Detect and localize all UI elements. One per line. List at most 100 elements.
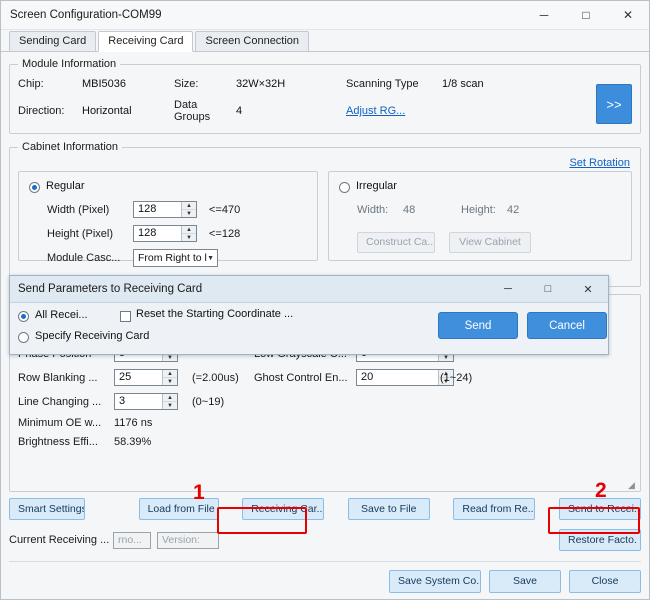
close-icon[interactable]: ✕ xyxy=(607,1,649,29)
reset-coordinate-row[interactable]: Reset the Starting Coordinate ... xyxy=(120,308,293,320)
construct-cabinet-button[interactable]: Construct Ca... xyxy=(357,232,435,253)
footer-buttons-row: Save System Co. Save Close xyxy=(9,561,641,593)
cabinet-boxes: Regular Width (Pixel) 128 ▲▼ <=470 Heigh… xyxy=(18,171,632,261)
chip-label: Chip: xyxy=(18,78,82,90)
dialog-title-bar: Send Parameters to Receiving Card ─ □ ✕ xyxy=(10,276,608,303)
line-changing-value[interactable]: 3 xyxy=(115,394,162,409)
ghost-control-hint: (1~24) xyxy=(440,372,632,384)
load-from-file-button[interactable]: Load from File xyxy=(139,498,219,520)
irregular-height-label: Height: xyxy=(461,204,507,216)
save-to-file-button[interactable]: Save to File xyxy=(348,498,430,520)
action-buttons-row: Smart Settings Load from File Receiving … xyxy=(9,498,641,520)
width-value[interactable]: 128 xyxy=(134,202,181,217)
irregular-cabinet-box: Irregular Width: 48 Height: 42 Construct… xyxy=(328,171,632,261)
irregular-label: Irregular xyxy=(356,180,397,192)
restore-factory-button[interactable]: Restore Facto. xyxy=(559,529,641,551)
module-cascading-label: Module Casc... xyxy=(47,252,133,264)
chevron-down-icon: ▼ xyxy=(207,255,214,262)
irregular-buttons-row: Construct Ca... View Cabinet xyxy=(339,232,621,253)
line-changing-arrows[interactable]: ▲▼ xyxy=(162,394,177,409)
regular-cabinet-box: Regular Width (Pixel) 128 ▲▼ <=470 Heigh… xyxy=(18,171,318,261)
specify-receiving-radio-icon[interactable] xyxy=(18,332,29,343)
height-stepper[interactable]: 128 ▲▼ xyxy=(133,225,197,242)
data-groups-label: Data Groups xyxy=(174,99,236,123)
dialog-title: Send Parameters to Receiving Card xyxy=(18,283,202,295)
irregular-dims-row: Width: 48 Height: 42 xyxy=(339,204,621,216)
specify-receiving-label: Specify Receiving Card xyxy=(35,330,149,342)
tab-strip: Sending Card Receiving Card Screen Conne… xyxy=(1,30,649,52)
direction-value: Horizontal xyxy=(82,105,174,117)
row-blanking-value[interactable]: 25 xyxy=(115,370,162,385)
dialog-window-controls: ─ □ ✕ xyxy=(488,276,608,302)
tab-screen-connection[interactable]: Screen Connection xyxy=(195,31,309,51)
height-label: Height (Pixel) xyxy=(47,228,133,240)
window-title: Screen Configuration-COM99 xyxy=(10,9,162,21)
regular-label: Regular xyxy=(46,180,85,192)
row-blanking-stepper[interactable]: 25▲▼ xyxy=(114,369,178,386)
dialog-body: All Recei... Reset the Starting Coordina… xyxy=(10,303,608,356)
view-cabinet-button[interactable]: View Cabinet xyxy=(449,232,531,253)
size-value: 32W×32H xyxy=(236,78,346,90)
receiving-card-button[interactable]: Receiving Car... xyxy=(242,498,324,520)
maximize-icon[interactable]: □ xyxy=(565,1,607,29)
current-receiving-label: Current Receiving ... xyxy=(9,534,113,546)
all-receiving-radio-icon[interactable] xyxy=(18,311,29,322)
irregular-radio-row[interactable]: Irregular xyxy=(339,180,621,192)
brightness-efficiency-label: Brightness Effi... xyxy=(18,436,114,448)
irregular-radio-icon[interactable] xyxy=(339,182,350,193)
dialog-maximize-icon[interactable]: □ xyxy=(528,276,568,302)
module-cascading-value: From Right to l xyxy=(138,252,207,264)
module-cascading-row: Module Casc... From Right to l ▼ xyxy=(29,249,307,267)
read-from-receiving-button[interactable]: Read from Re... xyxy=(453,498,535,520)
tab-sending-card[interactable]: Sending Card xyxy=(9,31,96,51)
row-blanking-arrows[interactable]: ▲▼ xyxy=(162,370,177,385)
close-button[interactable]: Close xyxy=(569,570,641,593)
width-stepper-arrows[interactable]: ▲▼ xyxy=(181,202,196,217)
minimize-icon[interactable]: ─ xyxy=(523,1,565,29)
height-row: Height (Pixel) 128 ▲▼ <=128 xyxy=(29,225,307,242)
regular-radio-row[interactable]: Regular xyxy=(29,180,307,192)
cabinet-information-group: Cabinet Information Set Rotation Regular… xyxy=(9,141,641,287)
dialog-minimize-icon[interactable]: ─ xyxy=(488,276,528,302)
tab-receiving-card[interactable]: Receiving Card xyxy=(98,31,193,52)
module-information-grid: Chip: MBI5036 Size: 32W×32H Scanning Typ… xyxy=(18,78,632,123)
row-blanking-label: Row Blanking ... xyxy=(18,372,114,384)
dialog-close-icon[interactable]: ✕ xyxy=(568,276,608,302)
width-label: Width (Pixel) xyxy=(47,204,133,216)
regular-radio-icon[interactable] xyxy=(29,182,40,193)
module-cascading-select[interactable]: From Right to l ▼ xyxy=(133,249,218,267)
ghost-control-value[interactable]: 20 xyxy=(357,370,438,385)
current-receiving-row: Current Receiving ... rno... Version: Re… xyxy=(9,529,641,551)
window-controls: ─ □ ✕ xyxy=(523,1,649,29)
row-blanking-hint: (=2.00us) xyxy=(192,372,254,384)
current-receiving-input[interactable]: rno... xyxy=(113,532,151,549)
dialog-cancel-button[interactable]: Cancel xyxy=(527,312,607,339)
title-bar: Screen Configuration-COM99 ─ □ ✕ xyxy=(1,1,649,30)
data-groups-value: 4 xyxy=(236,105,346,117)
version-input[interactable]: Version: xyxy=(157,532,219,549)
save-system-config-button[interactable]: Save System Co. xyxy=(389,570,481,593)
adjust-rg-link[interactable]: Adjust RG... xyxy=(346,105,442,117)
set-rotation-link[interactable]: Set Rotation xyxy=(569,157,630,169)
width-stepper[interactable]: 128 ▲▼ xyxy=(133,201,197,218)
save-button[interactable]: Save xyxy=(489,570,561,593)
reset-coordinate-checkbox[interactable] xyxy=(120,311,131,322)
cabinet-information-legend: Cabinet Information xyxy=(18,141,122,153)
minimum-oe-label: Minimum OE w... xyxy=(18,417,114,429)
height-stepper-arrows[interactable]: ▲▼ xyxy=(181,226,196,241)
smart-settings-button[interactable]: Smart Settings xyxy=(9,498,85,520)
module-information-legend: Module Information xyxy=(18,58,120,70)
expand-button[interactable]: >> xyxy=(596,84,632,124)
scanning-type-label: Scanning Type xyxy=(346,78,442,90)
all-receiving-row[interactable]: All Recei... xyxy=(18,309,88,321)
height-value[interactable]: 128 xyxy=(134,226,181,241)
screen-configuration-window: Screen Configuration-COM99 ─ □ ✕ Sending… xyxy=(0,0,650,600)
reset-coordinate-label: Reset the Starting Coordinate ... xyxy=(136,308,293,320)
irregular-width-label: Width: xyxy=(357,204,403,216)
resize-grip-icon[interactable]: ◢ xyxy=(628,480,638,490)
width-limit: <=470 xyxy=(209,204,240,216)
specify-receiving-row[interactable]: Specify Receiving Card xyxy=(18,330,149,342)
line-changing-stepper[interactable]: 3▲▼ xyxy=(114,393,178,410)
dialog-send-button[interactable]: Send xyxy=(438,312,518,339)
ghost-control-label: Ghost Control En... xyxy=(254,372,356,384)
